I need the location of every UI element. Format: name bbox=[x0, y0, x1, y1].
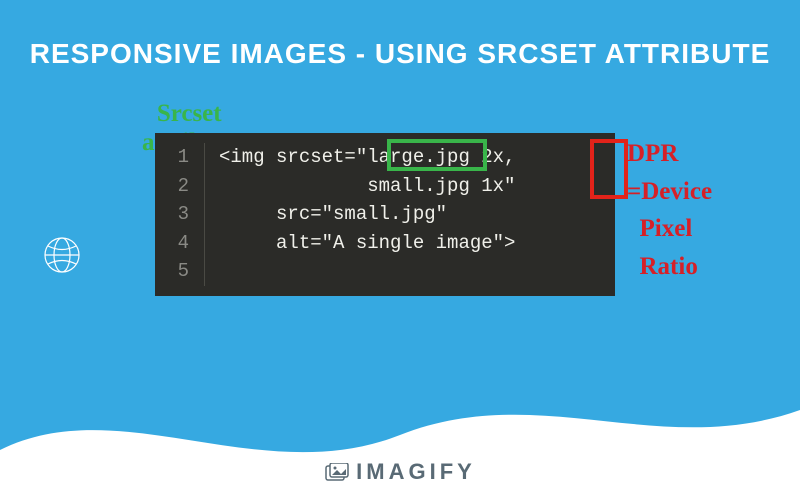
line-number: 4 bbox=[155, 229, 205, 258]
code-line: 4 alt="A single image"> bbox=[155, 229, 615, 258]
imagify-logo-icon bbox=[324, 462, 350, 485]
line-number: 2 bbox=[155, 172, 205, 201]
line-text: src="small.jpg" bbox=[205, 200, 447, 229]
code-line: 1 <img srcset="large.jpg 2x, bbox=[155, 143, 615, 172]
line-text: alt="A single image"> bbox=[205, 229, 515, 258]
globe-icon bbox=[42, 235, 82, 275]
code-block: 1 <img srcset="large.jpg 2x, 2 small.jpg… bbox=[155, 133, 615, 296]
code-line: 3 src="small.jpg" bbox=[155, 200, 615, 229]
line-number: 3 bbox=[155, 200, 205, 229]
line-number: 5 bbox=[155, 257, 205, 286]
code-line: 5 bbox=[155, 257, 615, 286]
footer-brand-text: IMAGIFY bbox=[356, 459, 476, 484]
line-text bbox=[205, 257, 219, 286]
line-number: 1 bbox=[155, 143, 205, 172]
footer-logo: IMAGIFY bbox=[0, 459, 800, 485]
page-title: RESPONSIVE IMAGES - USING SRCSET ATTRIBU… bbox=[0, 0, 800, 70]
dpr-annotation: DPR =Device Pixel Ratio bbox=[627, 135, 712, 285]
code-line: 2 small.jpg 1x" bbox=[155, 172, 615, 201]
line-text: small.jpg 1x" bbox=[205, 172, 515, 201]
line-text: <img srcset="large.jpg 2x, bbox=[205, 143, 515, 172]
